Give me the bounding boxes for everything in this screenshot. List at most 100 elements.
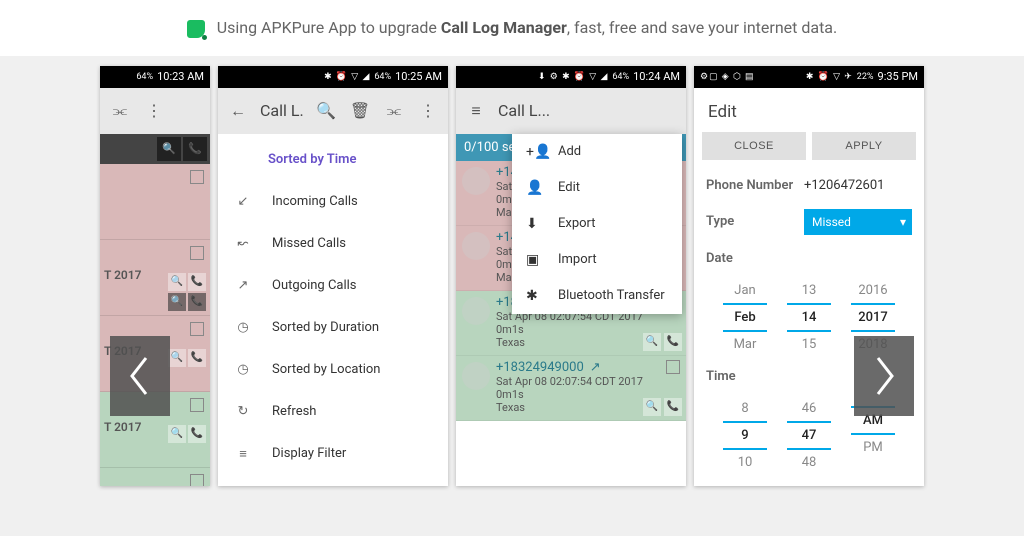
promo-banner: Using APKPure App to upgrade Call Log Ma… bbox=[0, 0, 1024, 56]
phone-number: +18324949000 bbox=[496, 360, 584, 375]
picker-selected[interactable]: Feb bbox=[723, 303, 767, 332]
app-bar: ⫘ ⋮ bbox=[100, 88, 210, 134]
close-button[interactable]: CLOSE bbox=[702, 132, 806, 160]
share-icon[interactable]: ⫘ bbox=[108, 99, 132, 123]
checkbox[interactable] bbox=[666, 360, 680, 374]
menu-sort-location[interactable]: ◷ Sorted by Location bbox=[218, 349, 448, 391]
menu-label: Edit bbox=[558, 180, 580, 195]
picker-val[interactable]: Mar bbox=[723, 332, 767, 357]
filter-icon: ≡ bbox=[234, 445, 252, 463]
clock-icon: ◷ bbox=[234, 361, 252, 379]
menu-incoming[interactable]: ↙Incoming Calls bbox=[218, 181, 448, 223]
time-label: Time bbox=[706, 369, 796, 384]
menu-icon[interactable]: ≡ bbox=[464, 99, 488, 123]
call-icon[interactable]: 📞 bbox=[664, 333, 682, 351]
page-title: Edit bbox=[694, 88, 924, 132]
battery-pct: 22% bbox=[857, 72, 874, 82]
picker-val[interactable]: 2016 bbox=[851, 278, 895, 303]
more-icon[interactable]: ⋮ bbox=[416, 99, 440, 123]
avatar-icon bbox=[462, 297, 490, 325]
status-bar: ✱ ⏰ ▽ ◢ 64% 10:25 AM bbox=[218, 66, 448, 88]
outgoing-icon: ↗ bbox=[590, 360, 601, 375]
menu-label: Display Filter bbox=[272, 446, 346, 461]
picker-val[interactable]: 46 bbox=[787, 396, 831, 421]
picker-val[interactable]: 48 bbox=[787, 450, 831, 475]
checkbox[interactable] bbox=[190, 474, 204, 486]
menu-export[interactable]: ⬇Export bbox=[512, 206, 682, 242]
avatar-icon bbox=[462, 232, 490, 260]
menu-label: Add bbox=[558, 144, 581, 159]
menu-add[interactable]: +👤 Add bbox=[512, 134, 682, 170]
banner-app-name: Call Log Manager bbox=[441, 18, 567, 37]
avatar-icon bbox=[462, 362, 490, 390]
app-bar: ≡ Call L... bbox=[456, 88, 686, 134]
avatar-icon bbox=[462, 167, 490, 195]
menu-label: Missed Calls bbox=[272, 236, 346, 251]
phone-icon[interactable]: 📞 bbox=[183, 137, 207, 161]
menu-outgoing[interactable]: ↗Outgoing Calls bbox=[218, 265, 448, 307]
share-icon[interactable]: ⫘ bbox=[382, 99, 406, 123]
apkpure-logo-icon bbox=[187, 20, 205, 38]
status-bar: ⬇ ⚙ ✱ ⏰ ▽ ◢ 64% 10:24 AM bbox=[456, 66, 686, 88]
call-icon[interactable]: 📞 bbox=[664, 398, 682, 416]
checkbox[interactable] bbox=[190, 246, 204, 260]
status-icons: ✱ ⏰ ▽ ◢ bbox=[324, 72, 370, 82]
phone-value[interactable]: +1206472601 bbox=[804, 178, 884, 193]
delete-icon[interactable]: 🗑 bbox=[348, 99, 372, 123]
search-icon[interactable]: 🔍 bbox=[643, 333, 661, 351]
picker-val[interactable]: 13 bbox=[787, 278, 831, 303]
menu-import[interactable]: ▣ Import bbox=[512, 242, 682, 278]
carousel-next-button[interactable] bbox=[854, 336, 914, 416]
status-time: 10:25 AM bbox=[395, 70, 442, 83]
search-icon[interactable]: 🔍 bbox=[314, 99, 338, 123]
import-icon: ▣ bbox=[526, 252, 544, 268]
status-time: 9:35 PM bbox=[878, 70, 918, 83]
screenshot-1: 64% 10:23 AM ⫘ ⋮ 🔍 📞 T 2017🔍📞🔍📞 T 2017🔍📞… bbox=[100, 66, 210, 486]
menu-label: Bluetooth Transfer bbox=[558, 288, 665, 303]
search-icon[interactable]: 🔍 bbox=[157, 137, 181, 161]
picker-val[interactable]: 15 bbox=[787, 332, 831, 357]
menu-header: Sorted by Time bbox=[218, 142, 448, 181]
picker-selected[interactable]: 9 bbox=[723, 421, 767, 450]
status-time: 10:24 AM bbox=[633, 70, 680, 83]
picker-val[interactable]: 8 bbox=[723, 396, 767, 421]
checkbox[interactable] bbox=[190, 398, 204, 412]
arrow-miss-icon: ↜ bbox=[234, 235, 252, 253]
menu-missed[interactable]: ↜ Missed Calls bbox=[218, 223, 448, 265]
menu-edit[interactable]: 👤Edit bbox=[512, 170, 682, 206]
apply-button[interactable]: APPLY bbox=[812, 132, 916, 160]
menu-label: Export bbox=[558, 216, 596, 231]
type-value: Missed bbox=[812, 215, 851, 229]
picker-selected[interactable]: 14 bbox=[787, 303, 831, 332]
status-time: 10:23 AM bbox=[157, 70, 204, 83]
carousel-prev-button[interactable] bbox=[110, 336, 170, 416]
menu-filter[interactable]: ≡ Display Filter bbox=[218, 433, 448, 475]
menu-sort-duration[interactable]: ◷Sorted by Duration bbox=[218, 307, 448, 349]
picker-val[interactable]: Jan bbox=[723, 278, 767, 303]
picker-selected[interactable]: 47 bbox=[787, 421, 831, 450]
search-icon[interactable]: 🔍 bbox=[643, 398, 661, 416]
menu-bluetooth[interactable]: ✱Bluetooth Transfer bbox=[512, 278, 682, 314]
add-person-icon: +👤 bbox=[526, 144, 544, 160]
date-label: Date bbox=[706, 251, 796, 266]
menu-label: Sorted by Location bbox=[272, 362, 380, 377]
arrow-in-icon: ↙ bbox=[234, 193, 252, 211]
checkbox[interactable] bbox=[190, 170, 204, 184]
status-bar: 64% 10:23 AM bbox=[100, 66, 210, 88]
picker-val[interactable]: PM bbox=[851, 435, 895, 460]
type-select[interactable]: Missed bbox=[804, 209, 912, 235]
menu-refresh[interactable]: ↻Refresh bbox=[218, 391, 448, 433]
status-bar: ⚙▢ ◈ ⬡ ▤ ✱ ⏰ ▽ ✈22%9:35 PM bbox=[694, 66, 924, 88]
arrow-out-icon: ↗ bbox=[234, 277, 252, 295]
checkbox[interactable] bbox=[190, 322, 204, 336]
battery-pct: 64% bbox=[136, 72, 153, 82]
menu-label: Import bbox=[558, 252, 597, 267]
picker-val[interactable]: 10 bbox=[723, 450, 767, 475]
call-row[interactable]: +18324949000 ↗Sat Apr 08 02:07:54 CDT 20… bbox=[456, 356, 686, 421]
banner-prefix: Using APKPure App to upgrade bbox=[217, 18, 441, 37]
back-icon[interactable]: ← bbox=[226, 99, 250, 123]
clock-icon: ◷ bbox=[234, 319, 252, 337]
screenshot-4: ⚙▢ ◈ ⬡ ▤ ✱ ⏰ ▽ ✈22%9:35 PM Edit CLOSE AP… bbox=[694, 66, 924, 486]
more-icon[interactable]: ⋮ bbox=[142, 99, 166, 123]
picker-selected[interactable]: 2017 bbox=[851, 303, 895, 332]
